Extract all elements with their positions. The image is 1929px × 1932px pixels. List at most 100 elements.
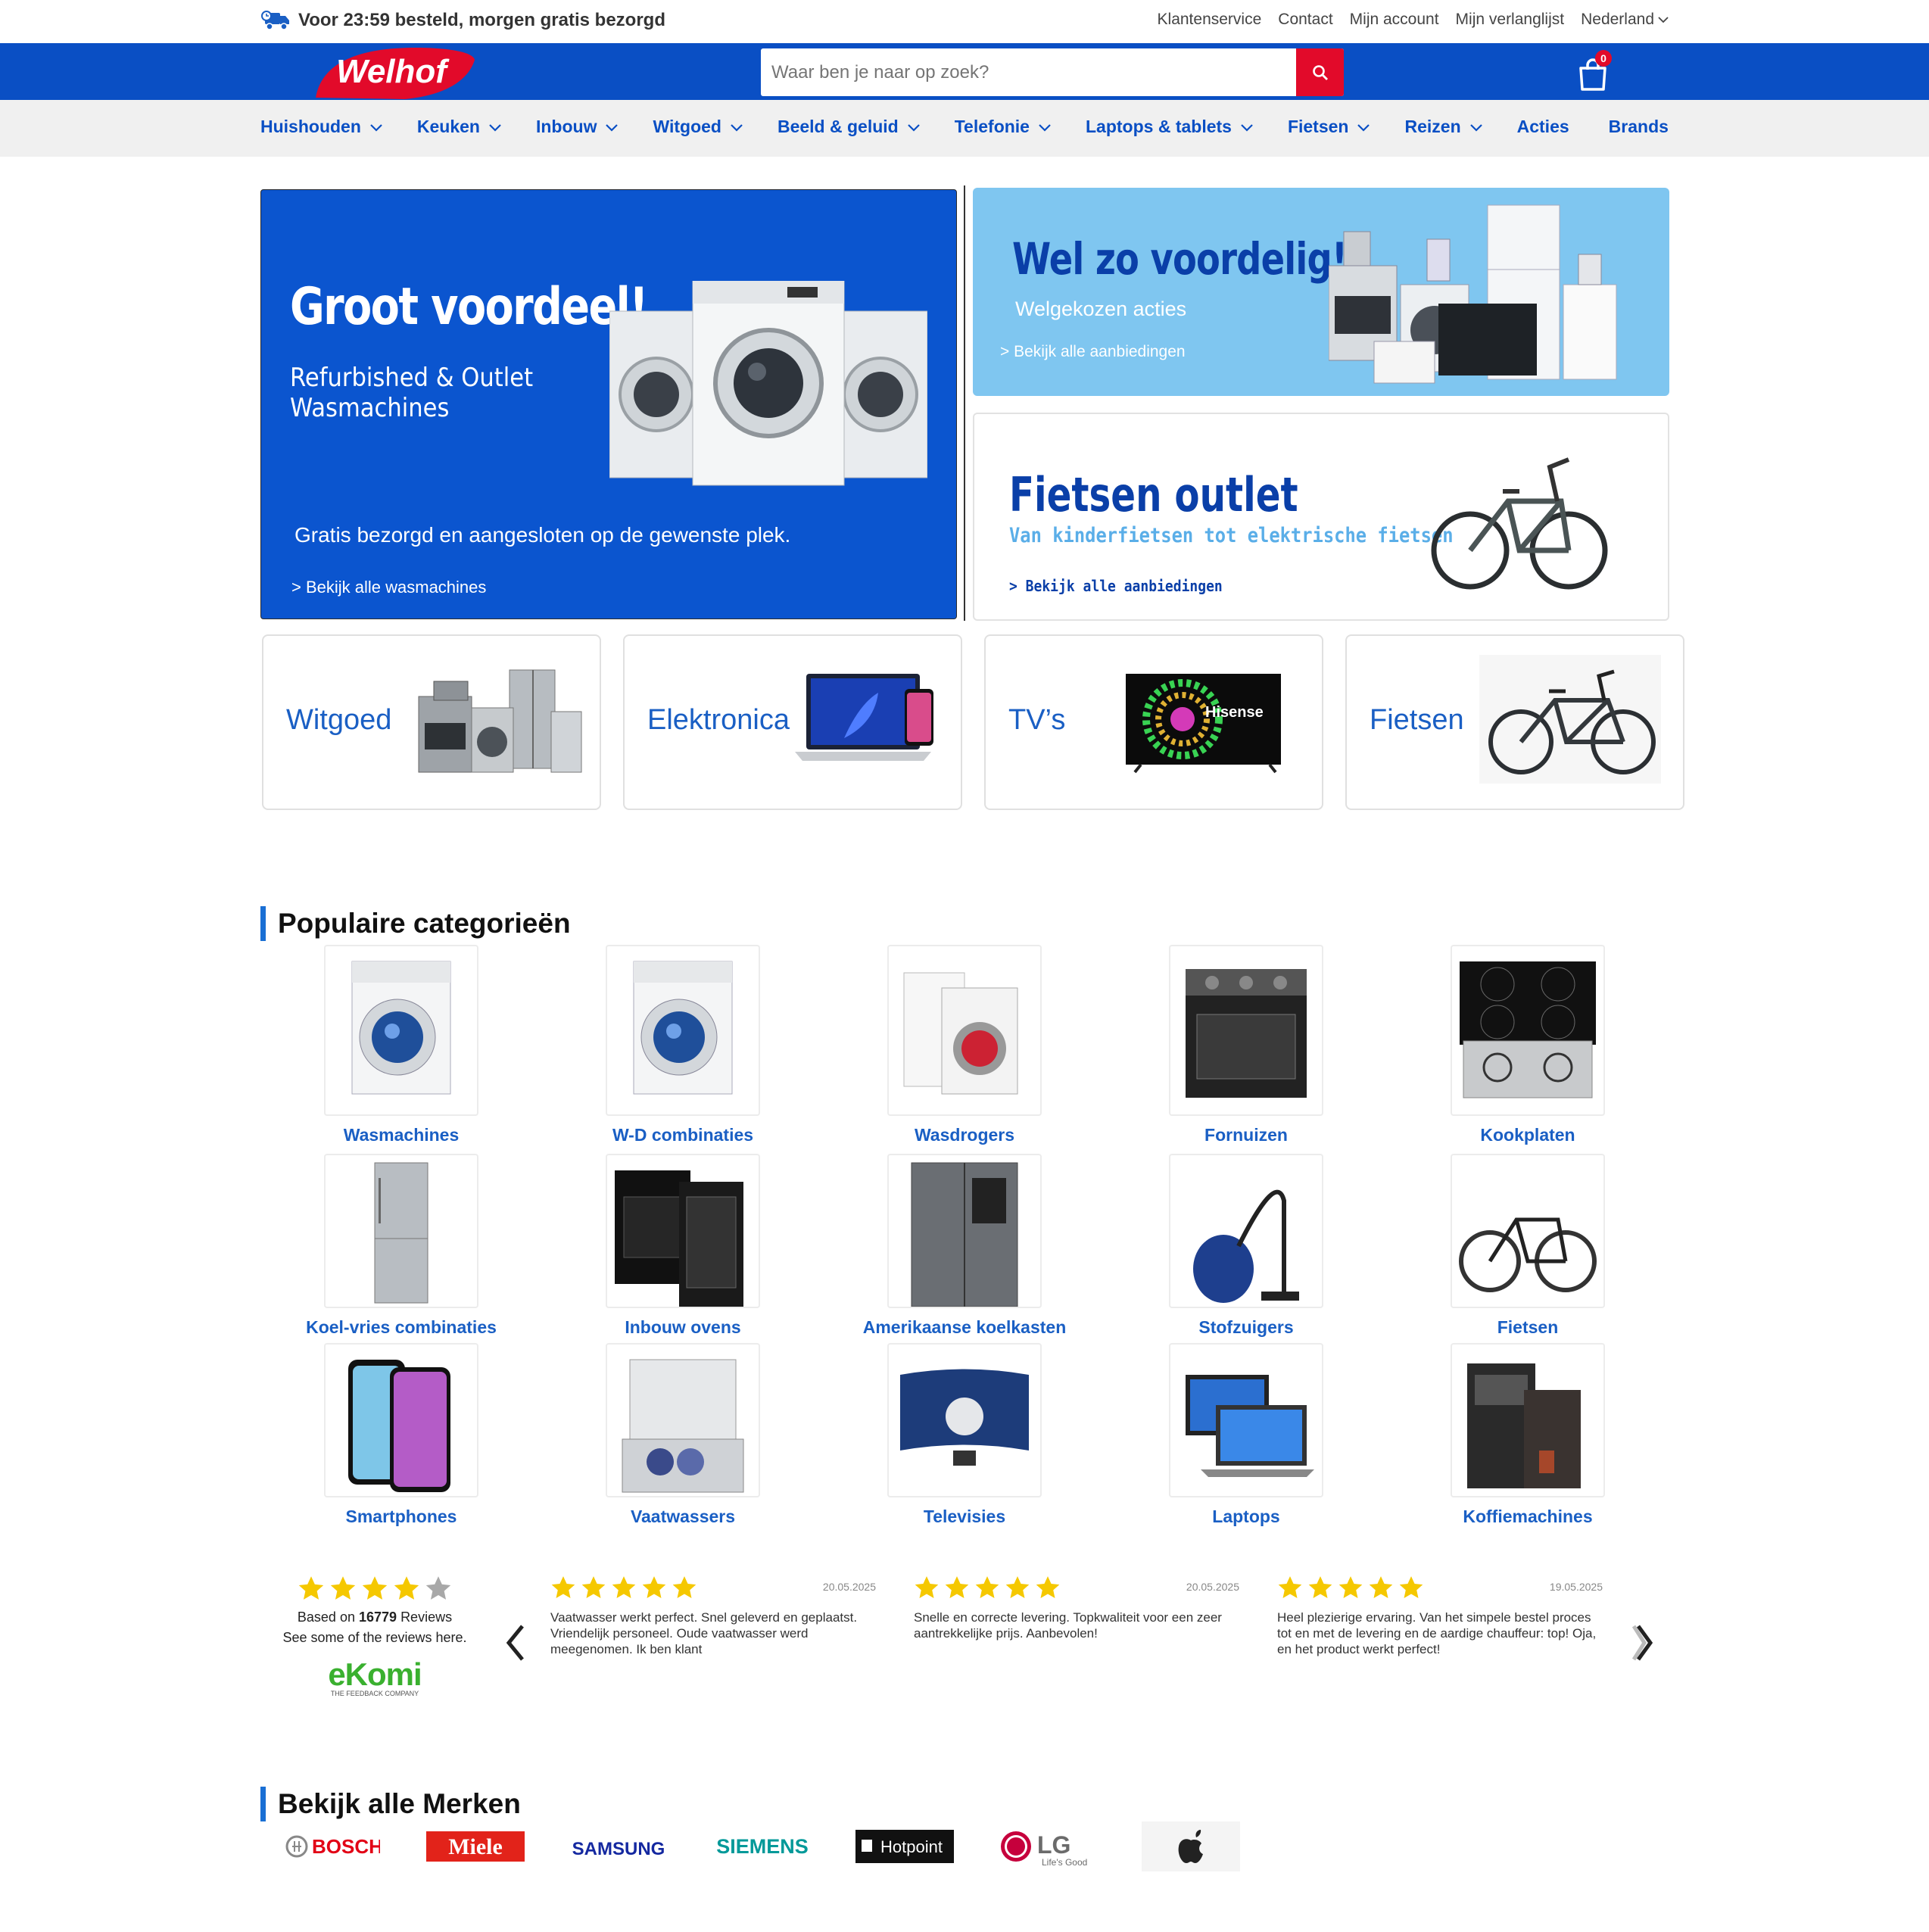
- category-label[interactable]: Fietsen: [1391, 1317, 1664, 1338]
- brand-logo-bosch[interactable]: BOSCH: [282, 1821, 380, 1871]
- popular-category-w-d-combinaties[interactable]: W-D combinaties: [547, 945, 819, 1145]
- category-image[interactable]: [324, 1343, 478, 1497]
- star-filled-icon: [1005, 1576, 1030, 1599]
- nav-item-witgoed[interactable]: Witgoed: [653, 117, 744, 137]
- category-image[interactable]: [1451, 945, 1605, 1116]
- link-mijn-account[interactable]: Mijn account: [1350, 11, 1439, 29]
- popular-category-stofzuigers[interactable]: Stofzuigers: [1110, 1154, 1382, 1338]
- svg-text:LG: LG: [1037, 1831, 1070, 1859]
- review-date: 20.05.2025: [822, 1581, 876, 1593]
- banner-fietsen-outlet[interactable]: Fietsen outlet Van kinderfietsen tot ele…: [973, 413, 1669, 621]
- category-card-tvs[interactable]: TV’s Hisense: [984, 634, 1323, 810]
- nav-item-inbouw[interactable]: Inbouw: [536, 117, 619, 137]
- category-label[interactable]: Inbouw ovens: [547, 1317, 819, 1338]
- brand-logo-miele[interactable]: Miele: [426, 1821, 525, 1871]
- category-label[interactable]: Fornuizen: [1110, 1125, 1382, 1145]
- category-card-witgoed[interactable]: Witgoed: [262, 634, 601, 810]
- brand-logo-apple[interactable]: [1142, 1821, 1240, 1871]
- banner-main-link[interactable]: > Bekijk alle wasmachines: [291, 578, 486, 597]
- nav-item-beeld-geluid[interactable]: Beeld & geluid: [778, 117, 921, 137]
- category-card-fietsen[interactable]: Fietsen: [1345, 634, 1684, 810]
- category-card-elektronica[interactable]: Elektronica: [623, 634, 962, 810]
- popular-category-kookplaten[interactable]: Kookplaten: [1391, 945, 1664, 1145]
- category-image[interactable]: [606, 945, 760, 1116]
- title-accent-bar: [260, 906, 266, 941]
- category-image[interactable]: [1169, 1154, 1323, 1308]
- category-label[interactable]: Stofzuigers: [1110, 1317, 1382, 1338]
- category-label[interactable]: Amerikaanse koelkasten: [828, 1317, 1101, 1338]
- banner-acties-link[interactable]: > Bekijk alle aanbiedingen: [1000, 343, 1186, 361]
- popular-category-koel-vries-combinaties[interactable]: Koel-vries combinaties: [265, 1154, 538, 1338]
- link-contact[interactable]: Contact: [1278, 11, 1332, 29]
- search-button[interactable]: [1296, 48, 1344, 96]
- review-text: Snelle en correcte levering. Topkwalitei…: [914, 1610, 1222, 1641]
- popular-category-smartphones[interactable]: Smartphones: [265, 1343, 538, 1527]
- brand-logo-hotpoint[interactable]: Hotpoint: [855, 1821, 954, 1871]
- ekomi-rating-summary[interactable]: Based on 16779 Reviews See some of the r…: [273, 1575, 477, 1697]
- dryer-product-image: [903, 972, 1018, 1095]
- category-label[interactable]: Wasmachines: [265, 1125, 538, 1145]
- popular-category-koffiemachines[interactable]: Koffiemachines: [1391, 1343, 1664, 1527]
- banner-acties-subtitle: Welgekozen acties: [1015, 298, 1187, 320]
- popular-category-fornuizen[interactable]: Fornuizen: [1110, 945, 1382, 1145]
- banner-fietsen-subtitle: Van kinderfietsen tot elektrische fietse…: [1009, 524, 1454, 547]
- country-selector[interactable]: Nederland: [1581, 11, 1669, 29]
- nav-item-telefonie[interactable]: Telefonie: [955, 117, 1052, 137]
- search-input[interactable]: [761, 48, 1295, 96]
- category-image[interactable]: [1169, 945, 1323, 1116]
- category-label[interactable]: Koffiemachines: [1391, 1507, 1664, 1527]
- link-klantenservice[interactable]: Klantenservice: [1158, 11, 1262, 29]
- reviews-next-arrow-icon[interactable]: [1628, 1620, 1658, 1666]
- category-image[interactable]: [1169, 1343, 1323, 1497]
- category-label[interactable]: Kookplaten: [1391, 1125, 1664, 1145]
- nav-item-laptops-tablets[interactable]: Laptops & tablets: [1086, 117, 1254, 137]
- category-image[interactable]: [606, 1154, 760, 1308]
- category-image[interactable]: [606, 1343, 760, 1497]
- nav-item-acties[interactable]: Acties: [1517, 117, 1569, 137]
- reviews-prev-arrow-icon[interactable]: [501, 1620, 531, 1666]
- brand-logo-siemens[interactable]: SIEMENS: [713, 1821, 812, 1871]
- category-image[interactable]: [1451, 1343, 1605, 1497]
- category-image[interactable]: [887, 1343, 1042, 1497]
- category-label[interactable]: Smartphones: [265, 1507, 538, 1527]
- category-label[interactable]: Televisies: [828, 1507, 1101, 1527]
- category-label[interactable]: Vaatwassers: [547, 1507, 819, 1527]
- category-image[interactable]: [324, 945, 478, 1116]
- category-label[interactable]: Wasdrogers: [828, 1125, 1101, 1145]
- popular-category-vaatwassers[interactable]: Vaatwassers: [547, 1343, 819, 1527]
- banner-wasmachines[interactable]: Groot voordeel! Refurbished & Outlet Was…: [260, 189, 957, 619]
- category-card-label: Elektronica: [647, 704, 790, 736]
- nav-item-fietsen[interactable]: Fietsen: [1288, 117, 1372, 137]
- banner-fietsen-link[interactable]: > Bekijk alle aanbiedingen: [1009, 577, 1223, 595]
- popular-category-laptops[interactable]: Laptops: [1110, 1343, 1382, 1527]
- banner-acties[interactable]: Wel zo voordelig! Welgekozen acties > Be…: [973, 188, 1669, 396]
- nav-item-huishouden[interactable]: Huishouden: [260, 117, 384, 137]
- washer-product-image: [633, 961, 733, 1095]
- category-image[interactable]: [324, 1154, 478, 1308]
- category-label[interactable]: Koel-vries combinaties: [265, 1317, 538, 1338]
- link-mijn-verlanglijst[interactable]: Mijn verlanglijst: [1456, 11, 1565, 29]
- nav-item-keuken[interactable]: Keuken: [417, 117, 503, 137]
- popular-category-amerikaanse-koelkasten[interactable]: Amerikaanse koelkasten: [828, 1154, 1101, 1338]
- nav-item-brands[interactable]: Brands: [1609, 117, 1669, 137]
- category-image[interactable]: [887, 1154, 1042, 1308]
- popular-category-fietsen[interactable]: Fietsen: [1391, 1154, 1664, 1338]
- brand-logo-samsung[interactable]: SAMSUNG: [569, 1821, 668, 1871]
- category-label[interactable]: W-D combinaties: [547, 1125, 819, 1145]
- brand-logo-lg[interactable]: LG Life's Good: [998, 1821, 1096, 1871]
- welhof-logo[interactable]: Welhof: [307, 43, 477, 100]
- chevron-down-icon: [1658, 17, 1669, 23]
- delivery-truck-icon: [261, 11, 289, 30]
- category-image[interactable]: [1451, 1154, 1605, 1308]
- popular-category-wasdrogers[interactable]: Wasdrogers: [828, 945, 1101, 1145]
- category-image[interactable]: [887, 945, 1042, 1116]
- chevron-down-icon: [1357, 123, 1370, 132]
- popular-category-inbouw-ovens[interactable]: Inbouw ovens: [547, 1154, 819, 1338]
- popular-category-wasmachines[interactable]: Wasmachines: [265, 945, 538, 1145]
- chevron-down-icon: [489, 123, 501, 132]
- category-label[interactable]: Laptops: [1110, 1507, 1382, 1527]
- review-text: Heel plezierige ervaring. Van het simpel…: [1277, 1610, 1597, 1656]
- nav-item-reizen[interactable]: Reizen: [1404, 117, 1483, 137]
- star-filled-icon: [1036, 1576, 1060, 1599]
- popular-category-televisies[interactable]: Televisies: [828, 1343, 1101, 1527]
